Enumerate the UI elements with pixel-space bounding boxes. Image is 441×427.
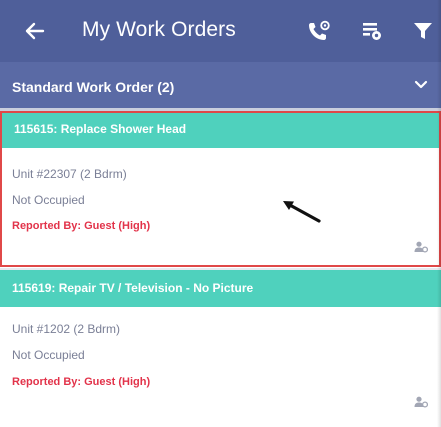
- phone-location-icon[interactable]: [306, 17, 332, 45]
- unit-text: Unit #22307 (2 Bdrm): [12, 167, 127, 181]
- work-orders-screen: My Work Orders Standard Work Order (2) 1…: [0, 0, 441, 427]
- work-order-card[interactable]: 115615: Replace Shower Head Unit #22307 …: [0, 111, 441, 267]
- chevron-down-icon[interactable]: [411, 75, 431, 95]
- back-arrow-icon[interactable]: [22, 16, 48, 46]
- work-order-card[interactable]: 115619: Repair TV / Television - No Pict…: [0, 270, 441, 427]
- section-label: Standard Work Order (2): [12, 79, 175, 95]
- occupancy-text: Not Occupied: [12, 193, 85, 207]
- reported-by-text: Reported By: Guest (High): [12, 376, 151, 388]
- work-order-title: 115615: Replace Shower Head: [2, 113, 439, 148]
- assign-user-icon[interactable]: [413, 240, 429, 254]
- list-settings-icon[interactable]: [359, 17, 385, 45]
- page-title: My Work Orders: [82, 18, 236, 41]
- assign-user-icon[interactable]: [413, 395, 429, 409]
- unit-text: Unit #1202 (2 Bdrm): [12, 322, 121, 336]
- section-header-standard-work-order[interactable]: Standard Work Order (2): [0, 62, 441, 108]
- occupancy-text: Not Occupied: [12, 348, 85, 362]
- edge-shadow: [437, 0, 441, 427]
- reported-by-text: Reported By: Guest (High): [12, 220, 151, 232]
- app-bar: My Work Orders: [0, 0, 441, 62]
- filter-icon[interactable]: [410, 17, 436, 45]
- work-order-title: 115619: Repair TV / Television - No Pict…: [0, 270, 441, 307]
- annotation-arrow-icon: [283, 201, 321, 223]
